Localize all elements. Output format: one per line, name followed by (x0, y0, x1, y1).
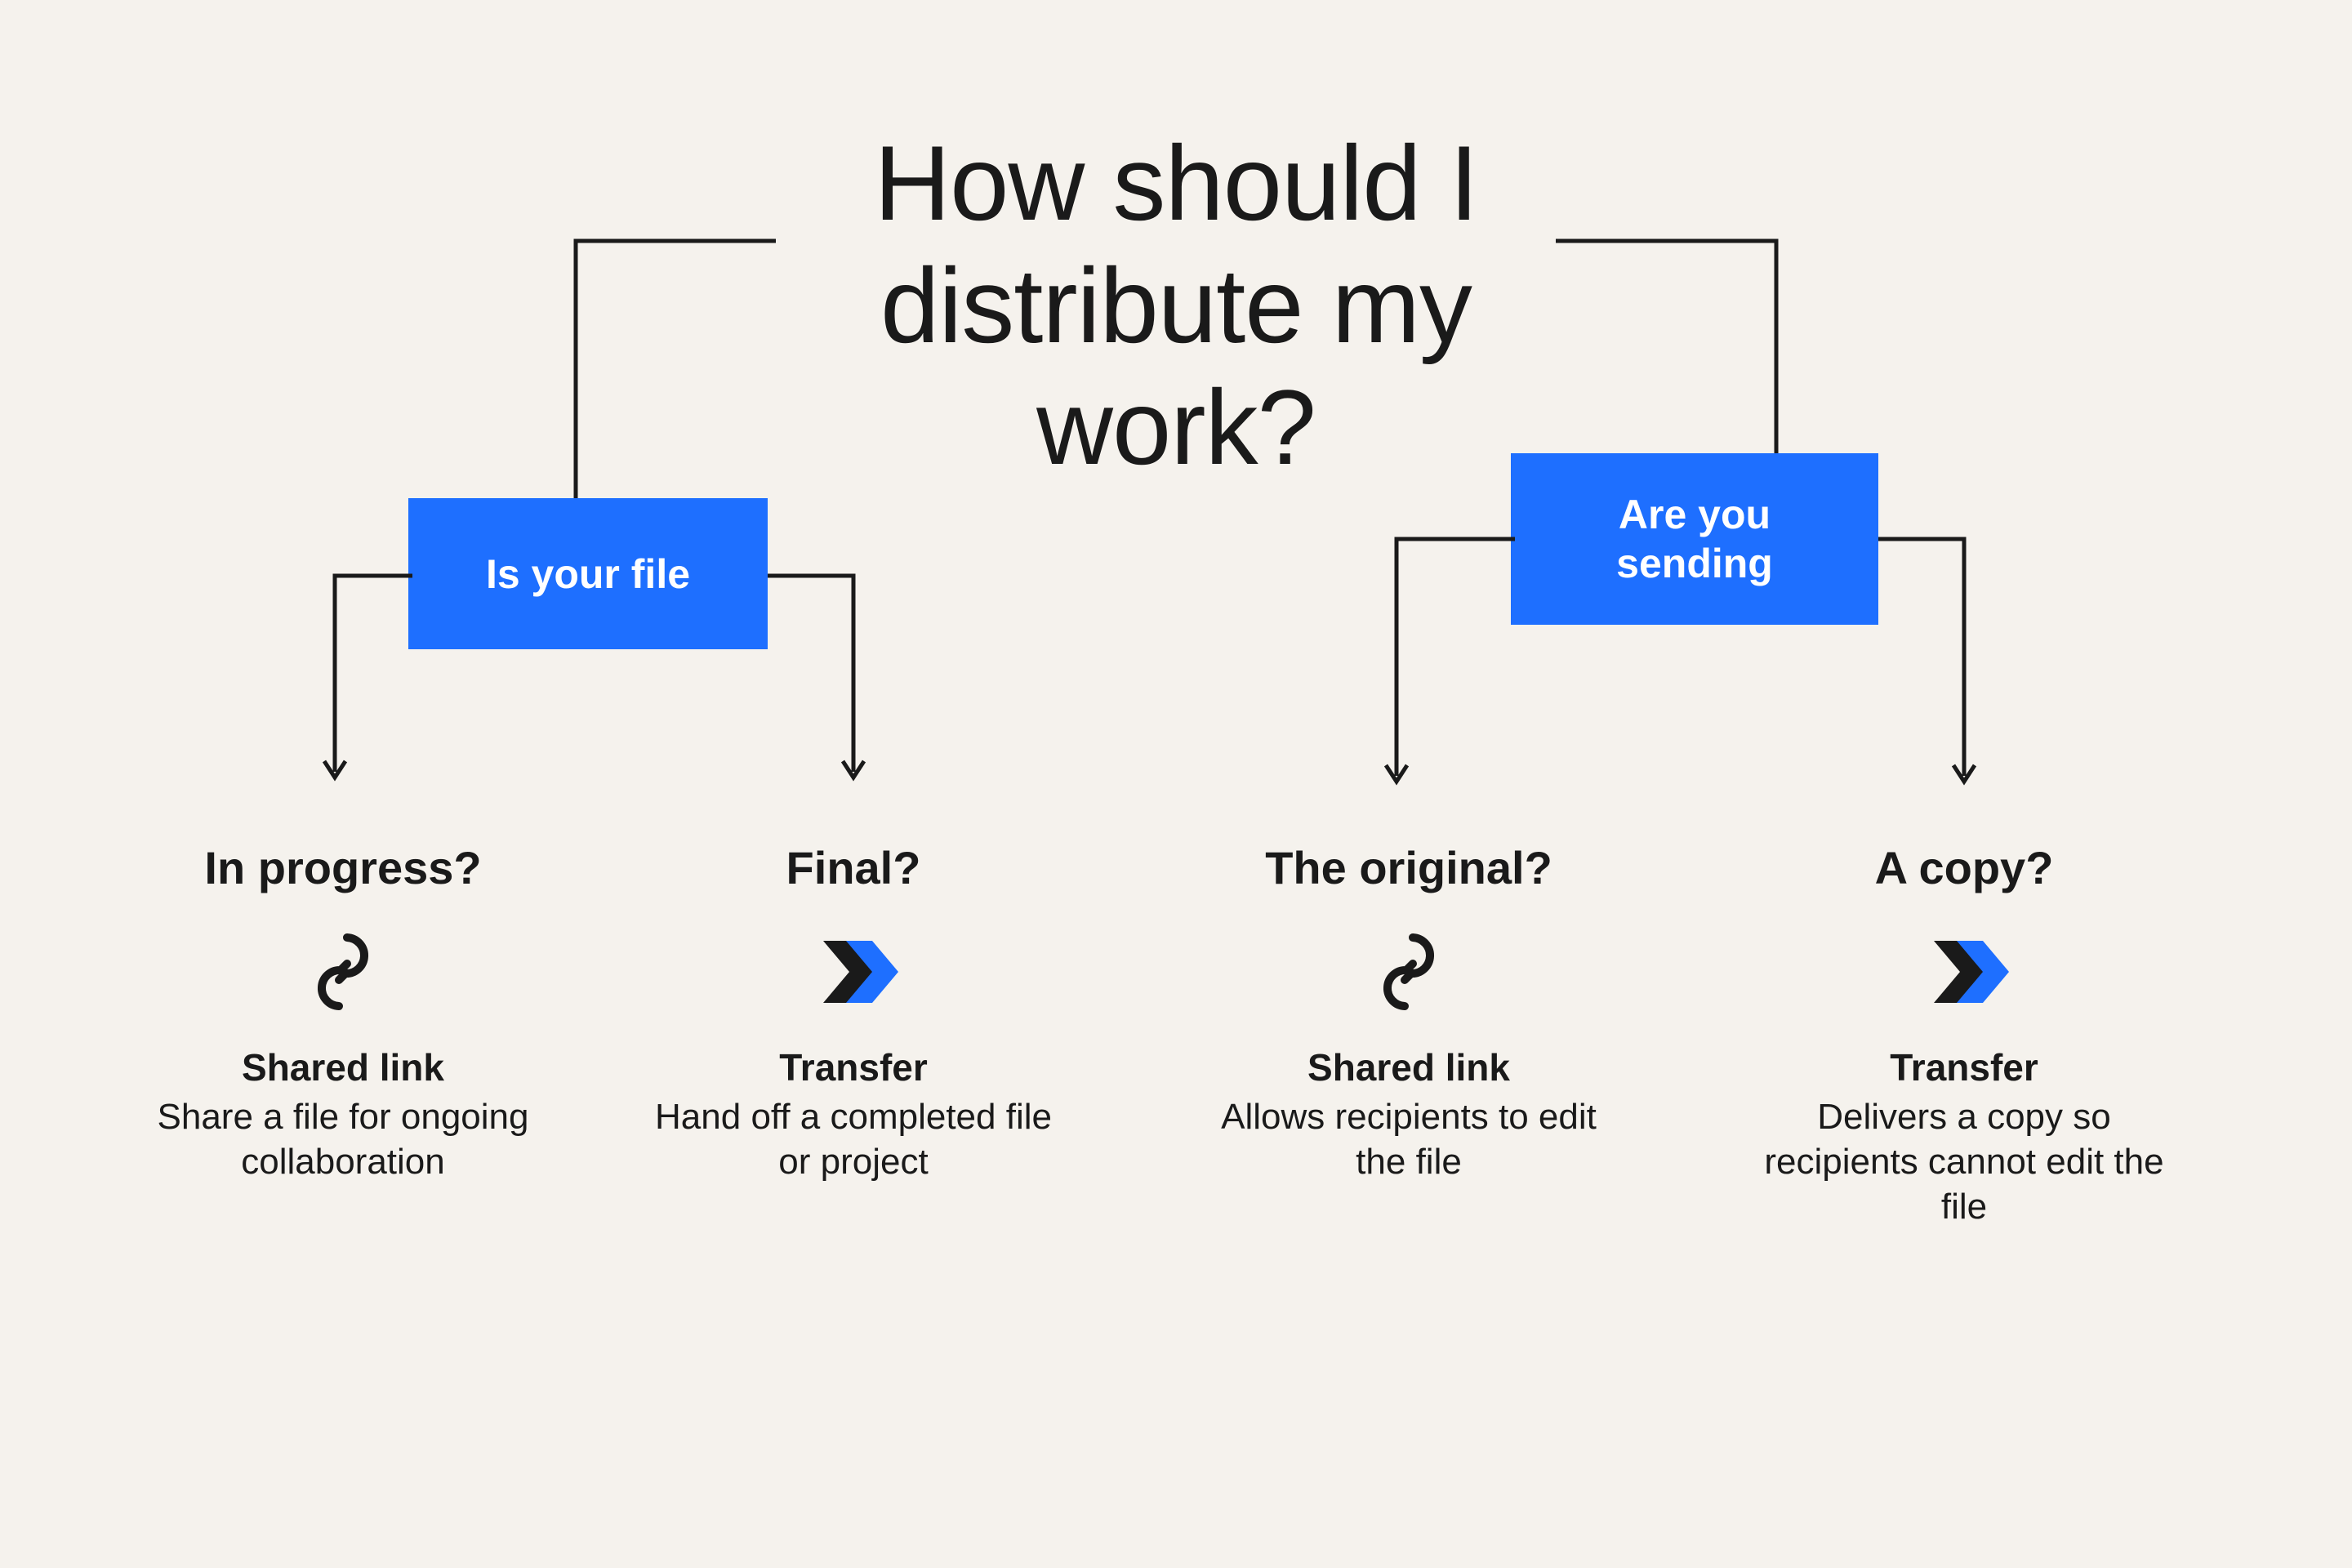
leaf-desc: Hand off a completed file or project (649, 1094, 1058, 1184)
leaf-label: Transfer (649, 1045, 1058, 1089)
leaf-question: Final? (649, 841, 1058, 894)
connector-title-right (1552, 237, 1780, 482)
leaf-question: The original? (1205, 841, 1613, 894)
diagram-canvas: How should Idistribute mywork? Is your f… (0, 0, 2352, 1568)
leaf-label: Shared link (1205, 1045, 1613, 1089)
leaf-desc: Share a file for ongoing collaboration (139, 1094, 547, 1184)
leaf-in-progress: In progress? Shared link Share a file fo… (139, 841, 547, 1184)
leaf-question: A copy? (1760, 841, 2168, 894)
leaf-final: Final? Transfer Hand off a completed fil… (649, 841, 1058, 1184)
connector-title-left (572, 237, 784, 523)
decision-box-left-label: Is your file (486, 550, 690, 599)
decision-box-left: Is your file (408, 498, 768, 649)
connector-left-box-to-leaf1 (764, 572, 862, 784)
leaf-question: In progress? (139, 841, 547, 894)
link-icon (1205, 927, 1613, 1017)
transfer-icon (649, 927, 1058, 1017)
leaf-original: The original? Shared link Allows recipie… (1205, 841, 1613, 1184)
leaf-label: Shared link (139, 1045, 547, 1089)
leaf-label: Transfer (1760, 1045, 2168, 1089)
decision-box-right-label: Are yousending (1616, 490, 1773, 588)
decision-box-right: Are yousending (1511, 453, 1878, 625)
connector-right-box-to-leaf3 (1874, 535, 1972, 788)
connector-left-box-to-leaf0 (331, 572, 421, 784)
diagram-title: How should Idistribute mywork? (874, 122, 1478, 489)
leaf-desc: Delivers a copy so recipients cannot edi… (1760, 1094, 2168, 1229)
transfer-icon (1760, 927, 2168, 1017)
leaf-desc: Allows recipients to edit the file (1205, 1094, 1613, 1184)
link-icon (139, 927, 547, 1017)
connector-right-box-to-leaf2 (1392, 535, 1519, 788)
leaf-copy: A copy? Transfer Delivers a copy so reci… (1760, 841, 2168, 1229)
